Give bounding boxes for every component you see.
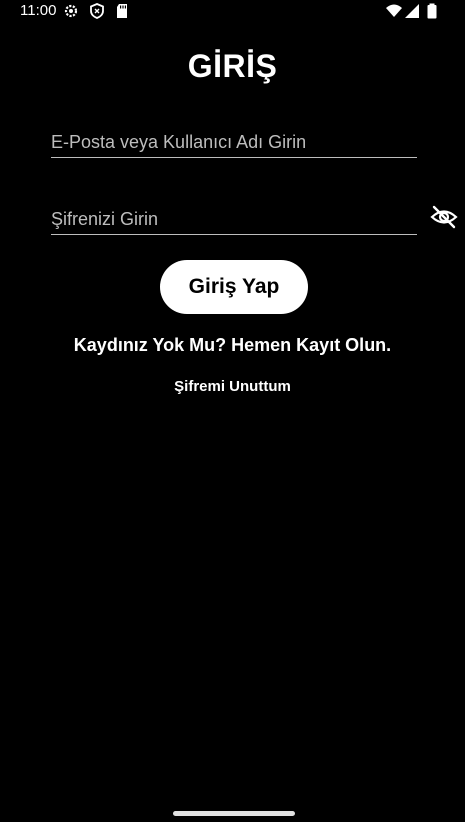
battery-icon xyxy=(424,3,440,19)
password-input[interactable] xyxy=(51,209,417,230)
wifi-icon xyxy=(386,3,402,19)
page-title: GİRİŞ xyxy=(187,48,278,84)
forgot-password-link[interactable]: Şifremi Unuttum xyxy=(0,378,465,395)
navigation-handle[interactable] xyxy=(173,811,295,816)
status-time: 11:00 xyxy=(20,2,57,19)
sd-card-icon xyxy=(115,3,131,19)
password-field[interactable] xyxy=(51,198,417,235)
register-link[interactable]: Kaydınız Yok Mu? Hemen Kayıt Olun. xyxy=(0,335,465,356)
email-field[interactable] xyxy=(51,121,417,158)
login-button[interactable]: Giriş Yap xyxy=(160,260,308,314)
login-screen: 11:00 GİRİŞ G xyxy=(0,0,465,822)
status-bar: 11:00 xyxy=(0,0,465,24)
signal-icon xyxy=(404,3,420,19)
eye-off-icon[interactable] xyxy=(430,203,458,231)
settings-icon xyxy=(63,3,79,19)
shield-icon xyxy=(89,3,105,19)
email-input[interactable] xyxy=(51,132,417,153)
